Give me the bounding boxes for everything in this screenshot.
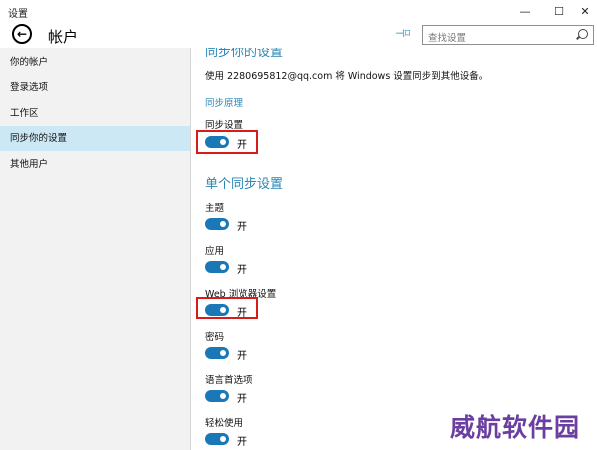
ease-of-access-toggle[interactable] [205,433,229,445]
toggle-state: 开 [237,394,247,405]
section-title-individual: 单个同步设置 [205,177,284,192]
pin-icon[interactable]: ⊣⌑ [395,27,410,40]
close-button[interactable]: ✕ [571,0,597,22]
sidebar-item-your-account[interactable]: 你的帐户 [0,50,190,75]
toggle-state: 开 [237,351,247,362]
sidebar-item-sync-settings[interactable]: 同步你的设置 [0,126,190,151]
sidebar-item-other-users[interactable]: 其他用户 [0,152,190,177]
back-arrow-icon[interactable]: ← [12,24,32,44]
toggle-knob [220,350,226,356]
window-title: 设置 [8,9,28,20]
highlight-box [196,130,258,154]
setting-label: 主题 [205,203,225,214]
sync-how-link[interactable]: 同步原理 [205,95,243,109]
sidebar-item-workplace[interactable]: 工作区 [0,101,190,126]
sidebar: 你的帐户 登录选项 工作区 同步你的设置 其他用户 [0,48,191,450]
toggle-state: 开 [237,437,247,448]
setting-label: 轻松使用 [205,418,244,429]
setting-label: 密码 [205,332,225,343]
passwords-toggle[interactable] [205,347,229,359]
highlight-box [196,297,258,319]
sync-description: 使用 2280695812@qq.com 将 Windows 设置同步到其他设备… [205,71,489,82]
content-pane: 同步你的设置 使用 2280695812@qq.com 将 Windows 设置… [191,48,597,450]
search-input[interactable]: 查找设置 [422,25,594,45]
page-title: 帐户 [48,28,79,46]
search-icon[interactable] [578,29,588,39]
toggle-knob [220,264,226,270]
setting-label: 同步设置 [205,120,244,131]
minimize-button[interactable]: — [511,0,539,22]
title-bar: 设置 — ☐ ✕ [0,0,597,22]
toggle-knob [220,393,226,399]
theme-toggle[interactable] [205,218,229,230]
toggle-knob [220,221,226,227]
toggle-state: 开 [237,222,247,233]
setting-label: 应用 [205,246,225,257]
toggle-state: 开 [237,265,247,276]
apps-toggle[interactable] [205,261,229,273]
watermark: 威航软件园 [450,413,581,442]
search-placeholder: 查找设置 [428,33,467,44]
maximize-button[interactable]: ☐ [545,0,573,22]
language-toggle[interactable] [205,390,229,402]
toggle-knob [220,436,226,442]
sidebar-item-sign-in-options[interactable]: 登录选项 [0,75,190,100]
section-title-sync: 同步你的设置 [205,48,284,60]
setting-label: 语言首选项 [205,375,253,386]
